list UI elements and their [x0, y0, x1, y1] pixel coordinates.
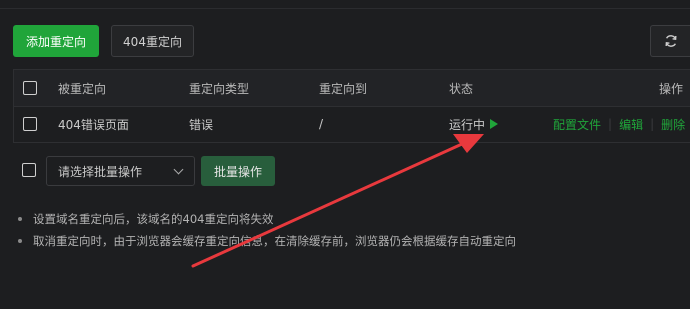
- help-note: 设置域名重定向后，该域名的404重定向将失效: [15, 208, 516, 230]
- column-header-target: 重定向到: [319, 81, 368, 96]
- row-type: 错误: [189, 117, 214, 132]
- help-notes: 设置域名重定向后，该域名的404重定向将失效 取消重定向时，由于浏览器会缓存重定…: [15, 208, 516, 252]
- refresh-icon: [665, 35, 676, 47]
- batch-action-select[interactable]: 请选择批量操作: [46, 156, 195, 186]
- status-label: 运行中: [449, 117, 486, 132]
- annotation-arrow: [191, 134, 484, 268]
- delete-link[interactable]: 删除: [661, 116, 685, 133]
- column-header-type: 重定向类型: [189, 81, 250, 96]
- batch-action-button[interactable]: 批量操作: [201, 156, 275, 186]
- refresh-button[interactable]: [650, 25, 690, 57]
- edit-link[interactable]: 编辑: [619, 116, 643, 133]
- column-header-source: 被重定向: [58, 81, 107, 96]
- batch-select-checkbox[interactable]: [22, 163, 36, 177]
- select-all-checkbox[interactable]: [23, 81, 37, 95]
- help-note: 取消重定向时，由于浏览器会缓存重定向信息，在清除缓存前，浏览器仍会根据缓存自动重…: [15, 230, 516, 252]
- select-all-checkbox-cell[interactable]: [23, 70, 37, 106]
- row-actions: 配置文件 | 编辑 | 删除: [553, 106, 685, 142]
- table-header: 被重定向 重定向类型 重定向到 状态 操作: [14, 70, 690, 107]
- table-row: 404错误页面 错误 / 运行中 配置文件 | 编辑 | 删除: [14, 106, 690, 142]
- action-separator: |: [608, 117, 613, 131]
- top-divider: [0, 8, 690, 9]
- status-toggle[interactable]: 运行中: [449, 106, 499, 142]
- row-checkbox[interactable]: [23, 117, 37, 131]
- row-checkbox-cell[interactable]: [23, 106, 37, 142]
- row-source: 404错误页面: [58, 117, 129, 132]
- config-file-link[interactable]: 配置文件: [553, 116, 601, 133]
- add-redirect-button[interactable]: 添加重定向: [13, 25, 99, 57]
- column-header-status: 状态: [449, 81, 474, 96]
- play-icon: [490, 119, 499, 129]
- column-header-actions: 操作: [659, 81, 684, 96]
- chevron-down-icon: [173, 164, 184, 175]
- batch-select-placeholder: 请选择批量操作: [58, 164, 143, 179]
- 404-redirect-button[interactable]: 404重定向: [111, 25, 194, 57]
- action-separator: |: [650, 117, 655, 131]
- row-target: /: [319, 117, 324, 131]
- redirect-table: 被重定向 重定向类型 重定向到 状态 操作 404错误页面 错误 / 运行中 配…: [13, 69, 690, 143]
